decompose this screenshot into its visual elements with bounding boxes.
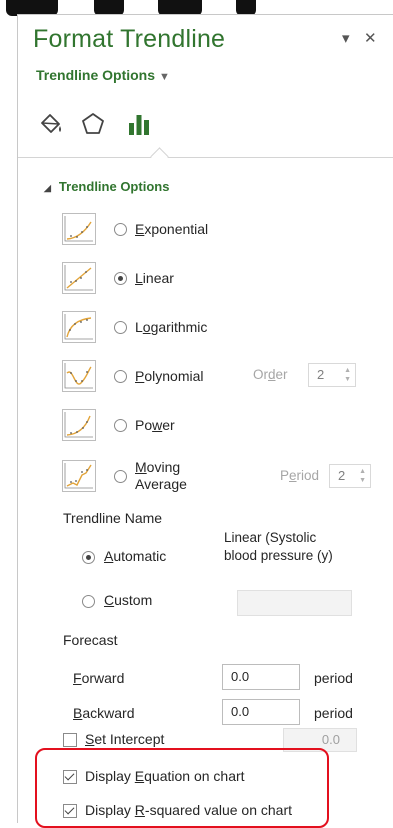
radio-polynomial[interactable]	[114, 369, 127, 383]
effects-icon[interactable]	[78, 109, 108, 139]
exponential-thumbnail-icon	[62, 213, 96, 245]
intercept-input[interactable]: 0.0	[283, 728, 357, 752]
label-display-equation: Display Equation on chart	[85, 768, 245, 784]
label-logarithmic: Logarithmic	[135, 319, 208, 335]
label-custom: Custom	[104, 592, 153, 608]
radio-moving-average[interactable]	[114, 469, 127, 483]
label-polynomial: Polynomial	[135, 368, 204, 384]
moving-average-thumbnail-icon	[62, 460, 96, 492]
label-backward: Backward	[73, 705, 135, 721]
option-exponential[interactable]: Exponential	[62, 211, 208, 247]
label-forward: Forward	[73, 670, 125, 686]
options-dropdown[interactable]: Trendline Options ▼	[36, 67, 170, 83]
period-value: 2	[338, 468, 346, 483]
radio-custom[interactable]	[82, 595, 95, 608]
chevron-down-icon: ▼	[159, 71, 170, 83]
label-linear: Linear	[135, 270, 174, 286]
option-power[interactable]: Power	[62, 407, 175, 443]
logarithmic-thumbnail-icon	[62, 311, 96, 343]
label-power: Power	[135, 417, 175, 433]
forecast-heading: Forecast	[63, 632, 118, 648]
pane-title: Format Trendline	[33, 25, 226, 53]
trendline-name-heading: Trendline Name	[63, 510, 163, 526]
label-set-intercept: Set Intercept	[85, 731, 165, 747]
option-moving-average[interactable]: Moving Average	[62, 456, 187, 496]
label-moving-average: Moving Average	[135, 459, 187, 492]
section-trendline-options[interactable]: ◢ Trendline Options	[44, 179, 169, 194]
radio-logarithmic[interactable]	[114, 320, 127, 334]
polynomial-thumbnail-icon	[62, 360, 96, 392]
label-exponential: Exponential	[135, 221, 209, 237]
option-logarithmic[interactable]: Logarithmic	[62, 309, 207, 345]
section-title: Trendline Options	[58, 179, 170, 194]
power-thumbnail-icon	[62, 409, 96, 441]
radio-power[interactable]	[114, 418, 127, 432]
format-trendline-pane: Format Trendline ▾ ✕ Trendline Options ▼ …	[17, 14, 393, 823]
pane-options-icon[interactable]: ▾	[342, 29, 350, 47]
display-rsquared-checkbox[interactable]	[63, 804, 77, 818]
close-icon[interactable]: ✕	[364, 29, 377, 47]
display-equation-checkbox[interactable]	[63, 770, 77, 784]
order-label: Order	[253, 367, 288, 382]
radio-automatic[interactable]	[82, 551, 95, 564]
collapse-triangle-icon: ◢	[44, 183, 51, 193]
backward-input[interactable]: 0.0	[222, 699, 300, 725]
radio-linear[interactable]	[114, 271, 127, 285]
trendline-options-icon[interactable]	[124, 109, 154, 139]
label-display-rsquared: Display R-squared value on chart	[85, 802, 293, 818]
order-spinner[interactable]: 2 ▲ ▼	[308, 363, 356, 387]
options-dropdown-label: Trendline Options	[36, 67, 156, 83]
forward-unit: period	[314, 670, 353, 686]
backward-unit: period	[314, 705, 353, 721]
tab-separator	[18, 157, 393, 158]
linear-thumbnail-icon	[62, 262, 96, 294]
custom-name-input[interactable]	[237, 590, 352, 616]
automatic-name-value: Linear (Systolic blood pressure (y)	[224, 530, 333, 563]
period-spinner[interactable]: 2 ▲ ▼	[329, 464, 371, 488]
order-value: 2	[317, 367, 325, 382]
radio-exponential[interactable]	[114, 222, 127, 236]
forward-input[interactable]: 0.0	[222, 664, 300, 690]
set-intercept-checkbox[interactable]	[63, 733, 77, 747]
period-label: Period	[280, 468, 320, 483]
spinner-arrows-icon[interactable]: ▲ ▼	[344, 366, 351, 384]
option-polynomial[interactable]: Polynomial	[62, 358, 203, 394]
option-linear[interactable]: Linear	[62, 260, 174, 296]
label-automatic: Automatic	[104, 548, 167, 564]
fill-line-icon[interactable]	[36, 109, 66, 139]
spinner-arrows-icon[interactable]: ▲ ▼	[359, 467, 366, 485]
active-tab-notch	[150, 147, 169, 166]
